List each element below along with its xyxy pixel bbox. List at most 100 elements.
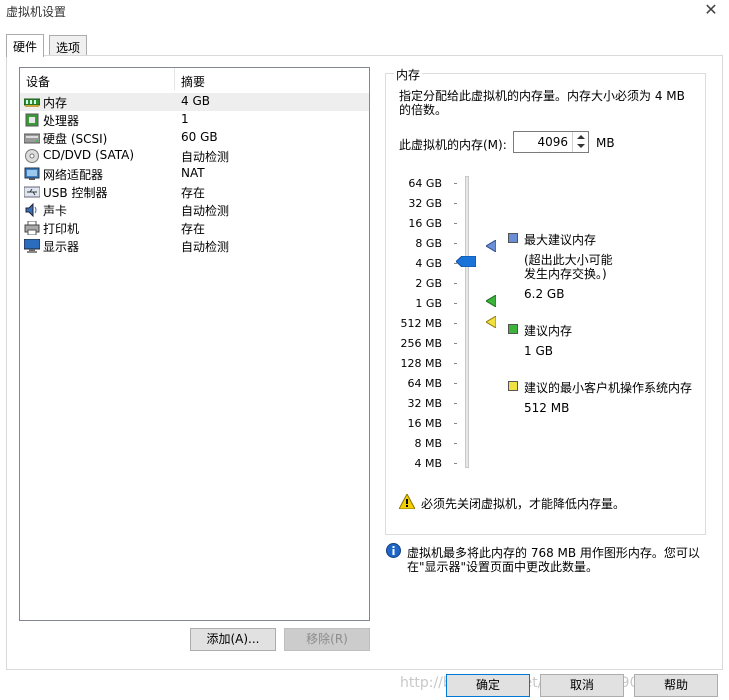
max-recommended-value: 6.2 GB [524, 287, 565, 301]
device-summary: 自动检测 [181, 204, 230, 218]
scale-tick-mark [454, 423, 457, 424]
recommended-value: 1 GB [524, 344, 553, 358]
close-icon[interactable]: ✕ [701, 0, 721, 19]
memory-group-title: 内存 [394, 66, 423, 83]
scale-tick: 8 GB [415, 237, 442, 250]
printer-icon [24, 220, 40, 236]
device-row-display[interactable]: 显示器 自动检测 [20, 237, 369, 255]
scale-tick: 4 GB [415, 257, 442, 270]
max-recommended-swatch [508, 233, 518, 243]
guest-min-swatch [508, 381, 518, 391]
scale-tick-mark [454, 223, 457, 224]
device-row-printer[interactable]: 打印机 存在 [20, 219, 369, 237]
title-bar: 虚拟机设置 ✕ [0, 0, 729, 24]
scale-tick: 128 MB [400, 357, 442, 370]
memory-spin-arrows[interactable] [572, 132, 588, 152]
device-summary: 存在 [181, 186, 206, 200]
scale-tick-mark [454, 363, 457, 364]
device-row-processor[interactable]: 处理器 1 [20, 111, 369, 129]
memory-slider-track[interactable] [465, 176, 469, 468]
cancel-button[interactable]: 取消 [540, 674, 624, 697]
device-summary: 1 [181, 112, 189, 126]
scale-tick-mark [454, 243, 457, 244]
device-summary: 自动检测 [181, 150, 230, 164]
device-name: 声卡 [43, 204, 68, 218]
memory-warning-text: 必须先关闭虚拟机，才能降低内存量。 [421, 497, 626, 511]
device-name: 硬盘 (SCSI) [43, 132, 108, 146]
harddisk-icon [23, 131, 41, 145]
device-row-network[interactable]: 网络适配器 NAT [20, 165, 369, 183]
scale-tick-mark [454, 443, 457, 444]
device-summary: 60 GB [181, 130, 218, 144]
remove-device-button[interactable]: 移除(R) [284, 628, 370, 651]
guest-min-value: 512 MB [524, 401, 570, 415]
scale-tick: 16 GB [408, 217, 442, 230]
spin-down-icon[interactable] [577, 144, 585, 148]
column-separator[interactable] [174, 68, 175, 90]
add-device-button[interactable]: 添加(A)... [190, 628, 276, 651]
help-button[interactable]: 帮助 [634, 674, 718, 697]
display-icon [23, 238, 41, 253]
usb-icon [23, 185, 41, 199]
scale-tick: 512 MB [400, 317, 442, 330]
scale-tick: 256 MB [400, 337, 442, 350]
device-summary: 自动检测 [181, 240, 230, 254]
device-row-memory[interactable]: 内存 4 GB [20, 93, 369, 111]
scale-tick: 4 MB [414, 457, 442, 470]
scale-tick: 8 MB [414, 437, 442, 450]
device-list[interactable]: 设备 摘要 内存 4 GB 处理器 1 硬盘 (SCSI) 60 GB CD/D… [19, 67, 370, 621]
max-recommended-title: 最大建议内存 [524, 233, 597, 247]
spin-up-icon[interactable] [577, 135, 585, 139]
device-row-cd-dvd[interactable]: CD/DVD (SATA) 自动检测 [20, 147, 369, 165]
network-adapter-icon [24, 167, 40, 181]
device-name: 内存 [43, 96, 68, 110]
graphics-memory-info-line2: 在"显示器"设置页面中更改此数量。 [407, 560, 599, 574]
device-row-sound[interactable]: 声卡 自动检测 [20, 201, 369, 219]
memory-value[interactable]: 4096 [537, 135, 568, 149]
device-name: 打印机 [43, 222, 80, 236]
column-device[interactable]: 设备 [26, 73, 50, 90]
device-name: 网络适配器 [43, 168, 104, 182]
device-row-usb[interactable]: USB 控制器 存在 [20, 183, 369, 201]
memory-spinbox[interactable]: 4096 [513, 131, 589, 153]
scale-tick-mark [454, 183, 457, 184]
memory-unit: MB [596, 136, 615, 150]
scale-tick: 1 GB [415, 297, 442, 310]
recommended-title: 建议内存 [524, 324, 573, 338]
scale-tick-mark [454, 203, 457, 204]
scale-tick: 64 GB [408, 177, 442, 190]
scale-tick: 64 MB [407, 377, 442, 390]
max-recommended-marker-icon [485, 239, 497, 255]
guest-min-title: 建议的最小客户机操作系统内存 [524, 381, 693, 395]
warning-icon [398, 492, 416, 512]
device-row-harddisk[interactable]: 硬盘 (SCSI) 60 GB [20, 129, 369, 147]
info-icon [386, 543, 401, 561]
memory-icon [23, 95, 41, 109]
recommended-swatch [508, 324, 518, 334]
device-name: CD/DVD (SATA) [43, 148, 135, 162]
scale-tick: 16 MB [407, 417, 442, 430]
memory-slider-thumb[interactable] [455, 255, 477, 268]
processor-icon [24, 113, 40, 127]
scale-tick-mark [454, 343, 457, 344]
device-list-header: 设备 摘要 [20, 68, 369, 90]
memory-description-line2: 的倍数。 [399, 103, 448, 117]
recommended-marker-icon [485, 294, 497, 310]
cd-dvd-icon [24, 149, 40, 163]
tab-options[interactable]: 选项 [49, 35, 88, 57]
tab-hardware[interactable]: 硬件 [6, 34, 45, 57]
scale-tick: 2 GB [415, 277, 442, 290]
memory-field-label: 此虚拟机的内存(M): [399, 138, 507, 152]
scale-tick-mark [454, 283, 457, 284]
ok-button[interactable]: 确定 [446, 674, 530, 697]
max-recommended-note2: 发生内存交换。) [524, 267, 607, 281]
device-name: 处理器 [43, 114, 80, 128]
device-name: USB 控制器 [43, 186, 108, 200]
device-name: 显示器 [43, 240, 80, 254]
device-summary: 4 GB [181, 94, 210, 108]
scale-tick-mark [454, 383, 457, 384]
scale-tick-mark [454, 323, 457, 324]
device-summary: 存在 [181, 222, 206, 236]
column-summary[interactable]: 摘要 [181, 73, 205, 90]
scale-tick: 32 GB [408, 197, 442, 210]
